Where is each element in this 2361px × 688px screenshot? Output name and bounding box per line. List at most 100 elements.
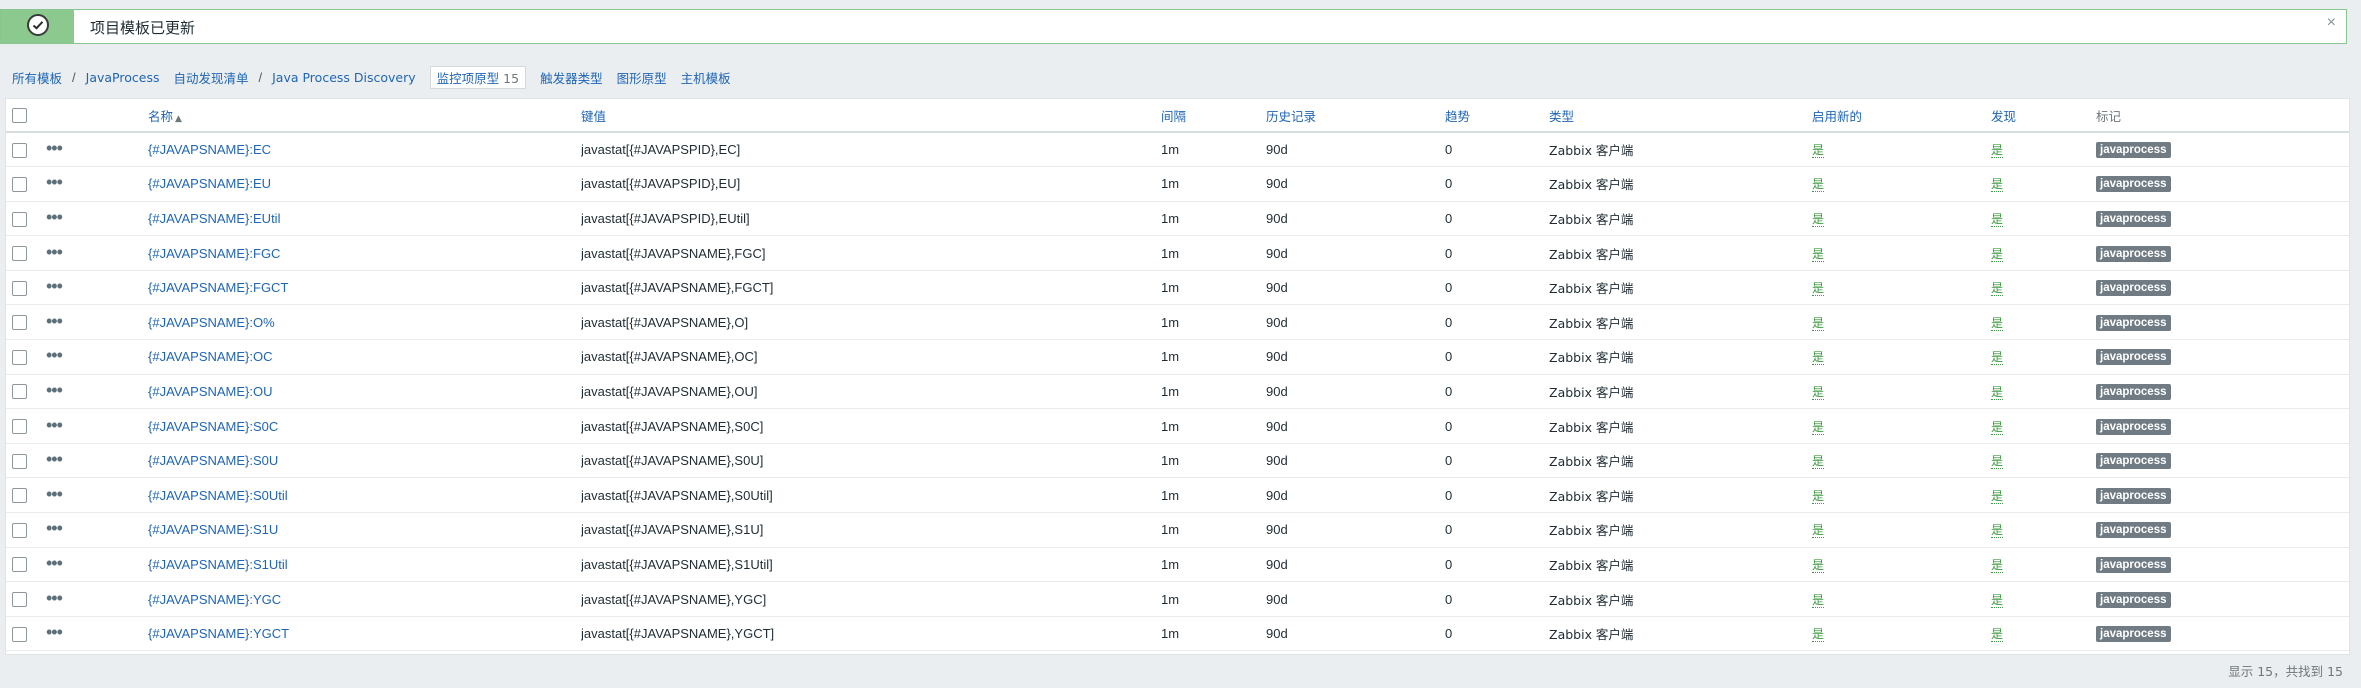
more-actions-icon[interactable]: ••• <box>46 553 63 573</box>
header-type[interactable]: 类型 <box>1549 99 1812 132</box>
item-name-link[interactable]: {#JAVAPSNAME}:S1Util <box>148 557 288 572</box>
discover-toggle[interactable]: 是 <box>1991 246 2004 262</box>
tab-item-prototypes[interactable]: 监控项原型 15 <box>429 65 527 89</box>
item-name-link[interactable]: {#JAVAPSNAME}:YGCT <box>148 626 289 641</box>
item-type: Zabbix 客户端 <box>1549 143 1634 159</box>
breadcrumb-all-templates[interactable]: 所有模板 <box>12 68 62 87</box>
more-actions-icon[interactable]: ••• <box>46 345 63 365</box>
tab-host-prototypes[interactable]: 主机模板 <box>681 68 731 87</box>
create-enabled-toggle[interactable]: 是 <box>1812 281 1825 297</box>
header-interval[interactable]: 间隔 <box>1161 99 1266 132</box>
row-checkbox[interactable] <box>12 419 27 435</box>
create-enabled-toggle[interactable]: 是 <box>1812 384 1825 400</box>
create-enabled-toggle[interactable]: 是 <box>1812 523 1825 539</box>
more-actions-icon[interactable]: ••• <box>46 207 63 227</box>
table-row: ••• {#JAVAPSNAME}:FGC javastat[{#JAVAPSNAM… <box>6 236 2349 271</box>
header-discover[interactable]: 发现 <box>1991 99 2096 132</box>
more-actions-icon[interactable]: ••• <box>46 380 63 400</box>
create-enabled-toggle[interactable]: 是 <box>1812 246 1825 262</box>
row-checkbox[interactable] <box>12 453 27 469</box>
item-name-link[interactable]: {#JAVAPSNAME}:S1U <box>148 522 278 537</box>
row-checkbox[interactable] <box>12 176 27 192</box>
create-enabled-toggle[interactable]: 是 <box>1812 454 1825 470</box>
discover-toggle[interactable]: 是 <box>1991 281 2004 297</box>
discover-toggle[interactable]: 是 <box>1991 454 2004 470</box>
row-checkbox[interactable] <box>12 142 27 158</box>
create-enabled-toggle[interactable]: 是 <box>1812 143 1825 159</box>
row-checkbox[interactable] <box>12 349 27 365</box>
more-actions-icon[interactable]: ••• <box>46 138 63 158</box>
more-actions-icon[interactable]: ••• <box>46 588 63 608</box>
discover-toggle[interactable]: 是 <box>1991 384 2004 400</box>
item-name-link[interactable]: {#JAVAPSNAME}:OC <box>148 349 273 364</box>
discover-toggle[interactable]: 是 <box>1991 557 2004 573</box>
create-enabled-toggle[interactable]: 是 <box>1812 350 1825 366</box>
row-checkbox[interactable] <box>12 315 27 331</box>
discover-toggle[interactable]: 是 <box>1991 488 2004 504</box>
row-checkbox[interactable] <box>12 211 27 227</box>
breadcrumb-template[interactable]: JavaProcess <box>86 70 160 85</box>
item-name-link[interactable]: {#JAVAPSNAME}:S0Util <box>148 488 288 503</box>
discover-toggle[interactable]: 是 <box>1991 523 2004 539</box>
more-actions-icon[interactable]: ••• <box>46 242 63 262</box>
row-checkbox[interactable] <box>12 384 27 400</box>
more-actions-icon[interactable]: ••• <box>46 518 63 538</box>
row-checkbox[interactable] <box>12 246 27 262</box>
table-header-row: 名称 ▲ 键值 间隔 历史记录 趋势 类型 启用新的 发现 标记 <box>6 99 2349 132</box>
breadcrumb-discovery-rule[interactable]: Java Process Discovery <box>272 70 416 85</box>
discover-toggle[interactable]: 是 <box>1991 419 2004 435</box>
discover-toggle[interactable]: 是 <box>1991 627 2004 643</box>
item-name-link[interactable]: {#JAVAPSNAME}:EUtil <box>148 211 280 226</box>
more-actions-icon[interactable]: ••• <box>46 415 63 435</box>
discover-toggle[interactable]: 是 <box>1991 350 2004 366</box>
row-checkbox[interactable] <box>12 522 27 538</box>
item-interval: 1m <box>1161 522 1180 538</box>
tag-badge: javaprocess <box>2096 522 2171 539</box>
item-name-link[interactable]: {#JAVAPSNAME}:EC <box>148 142 271 157</box>
item-interval: 1m <box>1161 418 1180 434</box>
row-checkbox[interactable] <box>12 557 27 573</box>
create-enabled-toggle[interactable]: 是 <box>1812 177 1825 193</box>
row-checkbox[interactable] <box>12 626 27 642</box>
more-actions-icon[interactable]: ••• <box>46 172 63 192</box>
discover-toggle[interactable]: 是 <box>1991 211 2004 227</box>
more-actions-icon[interactable]: ••• <box>46 622 63 642</box>
create-enabled-toggle[interactable]: 是 <box>1812 592 1825 608</box>
discover-toggle[interactable]: 是 <box>1991 315 2004 331</box>
more-actions-icon[interactable]: ••• <box>46 449 63 469</box>
row-checkbox[interactable] <box>12 280 27 296</box>
header-key[interactable]: 键值 <box>581 99 1161 132</box>
row-checkbox[interactable] <box>12 592 27 608</box>
header-trends[interactable]: 趋势 <box>1445 99 1549 132</box>
tab-trigger-prototypes[interactable]: 触发器类型 <box>540 68 603 87</box>
discover-toggle[interactable]: 是 <box>1991 592 2004 608</box>
more-actions-icon[interactable]: ••• <box>46 276 63 296</box>
select-all-checkbox[interactable] <box>12 108 27 123</box>
tab-graph-prototypes[interactable]: 图形原型 <box>617 68 667 87</box>
create-enabled-toggle[interactable]: 是 <box>1812 557 1825 573</box>
create-enabled-toggle[interactable]: 是 <box>1812 315 1825 331</box>
header-name[interactable]: 名称 ▲ <box>148 99 581 132</box>
create-enabled-toggle[interactable]: 是 <box>1812 488 1825 504</box>
header-history[interactable]: 历史记录 <box>1266 99 1445 132</box>
discover-toggle[interactable]: 是 <box>1991 143 2004 159</box>
item-name-link[interactable]: {#JAVAPSNAME}:FGC <box>148 246 280 261</box>
item-name-link[interactable]: {#JAVAPSNAME}:EU <box>148 176 271 191</box>
more-actions-icon[interactable]: ••• <box>46 311 63 331</box>
more-actions-icon[interactable]: ••• <box>46 484 63 504</box>
item-name-link[interactable]: {#JAVAPSNAME}:O% <box>148 315 275 330</box>
tag-badge: javaprocess <box>2096 591 2171 608</box>
close-icon[interactable]: × <box>2327 14 2336 32</box>
item-name-link[interactable]: {#JAVAPSNAME}:S0C <box>148 419 278 434</box>
breadcrumb-discovery-list[interactable]: 自动发现清单 <box>173 68 248 87</box>
create-enabled-toggle[interactable]: 是 <box>1812 211 1825 227</box>
create-enabled-toggle[interactable]: 是 <box>1812 419 1825 435</box>
header-create-enabled[interactable]: 启用新的 <box>1812 99 1991 132</box>
item-name-link[interactable]: {#JAVAPSNAME}:FGCT <box>148 280 288 295</box>
row-checkbox[interactable] <box>12 488 27 504</box>
item-name-link[interactable]: {#JAVAPSNAME}:OU <box>148 384 273 399</box>
discover-toggle[interactable]: 是 <box>1991 177 2004 193</box>
item-name-link[interactable]: {#JAVAPSNAME}:S0U <box>148 453 278 468</box>
item-name-link[interactable]: {#JAVAPSNAME}:YGC <box>148 592 281 607</box>
create-enabled-toggle[interactable]: 是 <box>1812 627 1825 643</box>
